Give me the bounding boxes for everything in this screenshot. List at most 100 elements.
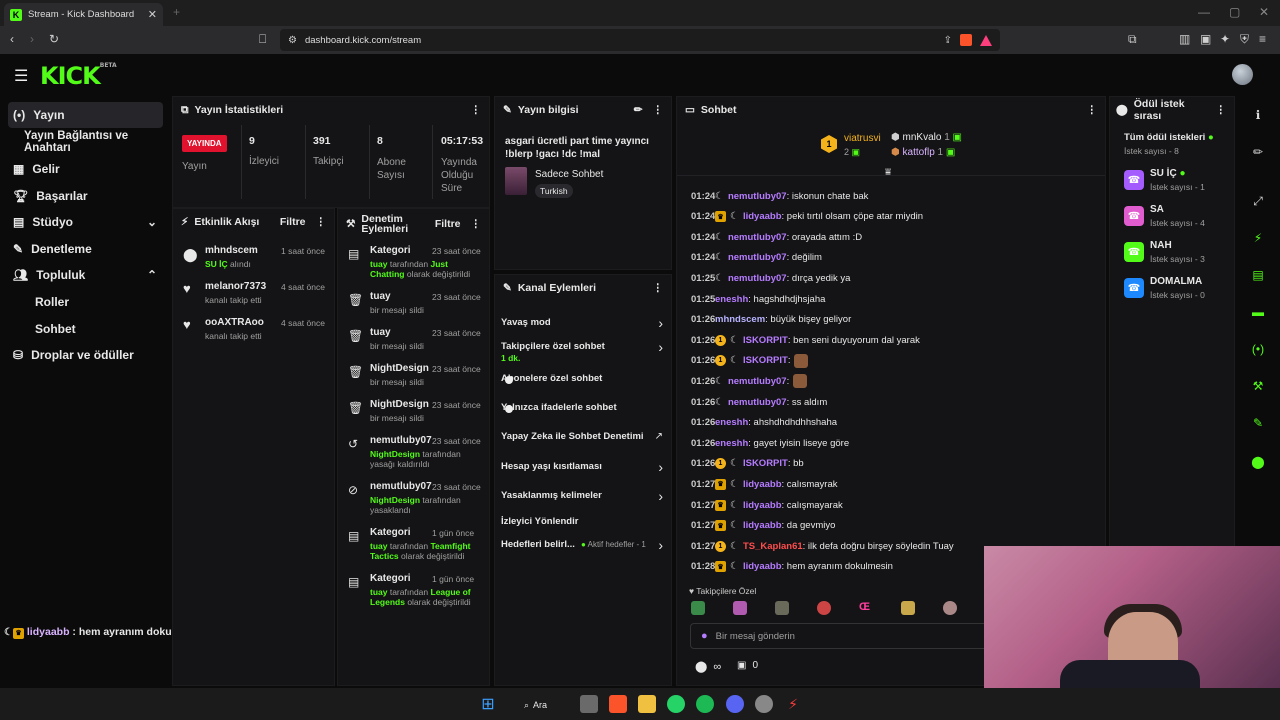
kick-logo[interactable]: KICKBETA <box>40 62 117 90</box>
taskbar-search[interactable]: ⌕ Ara <box>512 696 560 714</box>
leader-name[interactable]: kattoflp <box>903 147 935 158</box>
chat-username[interactable]: lidyaabb <box>743 479 782 490</box>
chat-icon[interactable]: ▬ <box>1247 301 1269 323</box>
more-options-icon[interactable]: ⋮ <box>471 104 482 116</box>
sidebar-item-denetleme[interactable]: ✎ Denetleme <box>8 236 163 262</box>
bookmark-icon[interactable]: ⎕ <box>259 32 266 47</box>
forward-icon[interactable]: › <box>30 32 34 46</box>
expand-icon[interactable]: ⤢ <box>1247 190 1269 212</box>
chat-username[interactable]: lidyaabb <box>743 211 782 222</box>
extensions-icon[interactable]: ⧉ <box>1128 32 1137 47</box>
chat-username[interactable]: lidyaabb <box>743 500 782 511</box>
reload-icon[interactable]: ↻ <box>49 32 59 46</box>
chat-username[interactable]: nemutluby07 <box>728 252 787 263</box>
more-options-icon[interactable]: ⋮ <box>1216 104 1227 116</box>
emote-3-icon[interactable] <box>775 601 789 615</box>
chat-input[interactable]: ● Bir mesaj gönderin <box>690 623 990 649</box>
sidebar-toggle-icon[interactable]: ▥ <box>1179 32 1190 46</box>
bolt-icon[interactable]: ⚡︎ <box>1247 227 1269 249</box>
emote-7-icon[interactable] <box>943 601 957 615</box>
discord-icon[interactable] <box>726 695 744 713</box>
sidebar-item-droplar[interactable]: ⛁ Droplar ve ödüller <box>8 342 163 368</box>
avatar[interactable] <box>1232 64 1253 85</box>
sidebar-item-sohbet[interactable]: Sohbet <box>30 316 163 342</box>
points-icon[interactable]: ⬤ <box>695 660 707 673</box>
chat-username[interactable]: lidyaabb <box>743 520 782 531</box>
emote-6-icon[interactable] <box>901 601 915 615</box>
steam-icon[interactable] <box>755 695 773 713</box>
reward-item[interactable]: ☎ DOMALMA İstek sayısı - 0 <box>1124 276 1205 300</box>
sidebar-item-gelir[interactable]: ▦ Gelir <box>8 156 163 182</box>
chat-username[interactable]: nemutluby07 <box>728 191 787 202</box>
chat-username[interactable]: nemutluby07 <box>728 397 787 408</box>
share-icon[interactable]: ⇪ <box>944 35 952 46</box>
wallet-icon[interactable]: ▣ <box>1200 32 1211 46</box>
site-info-icon[interactable]: ⚙ <box>288 35 297 46</box>
sidebar-item-yayin[interactable]: (•) Yayın <box>8 102 163 128</box>
more-options-icon[interactable]: ⋮ <box>316 216 327 228</box>
channel-action-8[interactable]: İzleyici Yönlendir <box>501 514 663 536</box>
chat-username[interactable]: nemutluby07 <box>728 273 787 284</box>
channel-action-7[interactable]: Yasaklanmış kelimeler › <box>501 488 663 510</box>
more-options-icon[interactable]: ⋮ <box>653 104 664 116</box>
chat-username[interactable]: eneshh <box>715 294 748 305</box>
chat-username[interactable]: TS_Kaplan61 <box>743 541 803 552</box>
whatsapp-icon[interactable] <box>667 695 685 713</box>
store-icon[interactable]: ▣ <box>737 660 746 671</box>
chat-username[interactable]: mhndscem <box>715 314 765 325</box>
edit-icon[interactable]: ✏ <box>1247 141 1269 163</box>
more-options-icon[interactable]: ⋮ <box>471 218 482 230</box>
leader-name[interactable]: viatrusvi <box>844 133 881 144</box>
channel-action-6[interactable]: Hesap yaşı kısıtlaması › <box>501 459 663 481</box>
chat-username[interactable]: nemutluby07 <box>728 232 787 243</box>
pinned-toggle-icon[interactable]: ⩸ <box>885 167 891 178</box>
channel-action-9[interactable]: Hedefleri belirl... ● Aktif hedefler - 1 › <box>501 537 663 559</box>
sidebar-item-topluluk[interactable]: 👥︎ Topluluk ⌃ <box>8 262 163 288</box>
reward-item[interactable]: ☎ SU İÇ ● İstek sayısı - 1 <box>1124 168 1205 192</box>
browser-tab[interactable]: K Stream - Kick Dashboard ✕ <box>4 3 163 26</box>
browser-menu-icon[interactable]: ≡ <box>1259 32 1266 46</box>
emote-5-icon[interactable]: Œ <box>859 601 873 615</box>
info-icon[interactable]: ℹ <box>1247 104 1269 126</box>
windows-start-icon[interactable]: ⊞ <box>479 695 497 713</box>
microphone-icon[interactable]: ● <box>701 630 708 642</box>
emote-4-icon[interactable] <box>817 601 831 615</box>
vpn-icon[interactable]: ⛨ <box>1240 32 1249 47</box>
emote-1-icon[interactable] <box>691 601 705 615</box>
leo-ai-icon[interactable]: ✦ <box>1220 32 1230 46</box>
filter-button[interactable]: Filtre <box>280 216 306 228</box>
filter-button[interactable]: Filtre <box>435 218 461 230</box>
brave-rewards-icon[interactable] <box>980 34 992 46</box>
all-rewards-item[interactable]: Tüm ödül istekleri ● <box>1124 132 1214 143</box>
wrench-icon[interactable]: ✎ <box>1247 412 1269 434</box>
reward-item[interactable]: ☎ SA İstek sayısı - 4 <box>1124 204 1205 228</box>
minimize-icon[interactable]: — <box>1198 5 1210 19</box>
chat-username[interactable]: nemutluby07 <box>728 376 787 387</box>
channel-action-3[interactable]: Abonelere özel sohbet <box>501 371 663 393</box>
new-tab-icon[interactable]: + <box>173 5 180 19</box>
hamburger-menu-icon[interactable]: ☰ <box>14 66 28 86</box>
file-explorer-icon[interactable] <box>638 695 656 713</box>
chat-username[interactable]: eneshh <box>715 438 748 449</box>
maximize-icon[interactable]: ▢ <box>1229 5 1240 19</box>
stats-icon[interactable]: ▤ <box>1247 264 1269 286</box>
more-options-icon[interactable]: ⋮ <box>653 282 664 294</box>
chat-username[interactable]: lidyaabb <box>743 561 782 572</box>
broadcast-icon[interactable]: (•) <box>1247 338 1269 360</box>
close-tab-icon[interactable]: ✕ <box>148 8 157 21</box>
channel-action-4[interactable]: Yalnızca ifadelerle sohbet <box>501 400 663 422</box>
edit-icon[interactable]: ✏ <box>634 104 643 116</box>
sidebar-item-basarilar[interactable]: 🏆︎ Başarılar <box>8 183 163 209</box>
sidebar-item-stream-key[interactable]: Yayın Bağlantısı ve Anahtarı <box>19 129 169 155</box>
address-bar[interactable]: ⚙ dashboard.kick.com/stream ⇪ <box>280 29 1000 51</box>
sidebar-item-roller[interactable]: Roller <box>30 289 163 315</box>
channel-action-2[interactable]: Takipçilere özel sohbet 1 dk. › <box>501 339 663 363</box>
task-view-icon[interactable] <box>580 695 598 713</box>
brave-shield-icon[interactable] <box>960 34 972 46</box>
back-icon[interactable]: ‹ <box>10 32 14 46</box>
chat-username[interactable]: ISKORPIT <box>743 355 788 366</box>
sidebar-item-studyo[interactable]: ▤ Stüdyo ⌄ <box>8 209 163 235</box>
chat-username[interactable]: eneshh <box>715 417 748 428</box>
app-icon[interactable]: ⚡︎ <box>784 695 802 713</box>
gavel-icon[interactable]: ⚒ <box>1247 375 1269 397</box>
